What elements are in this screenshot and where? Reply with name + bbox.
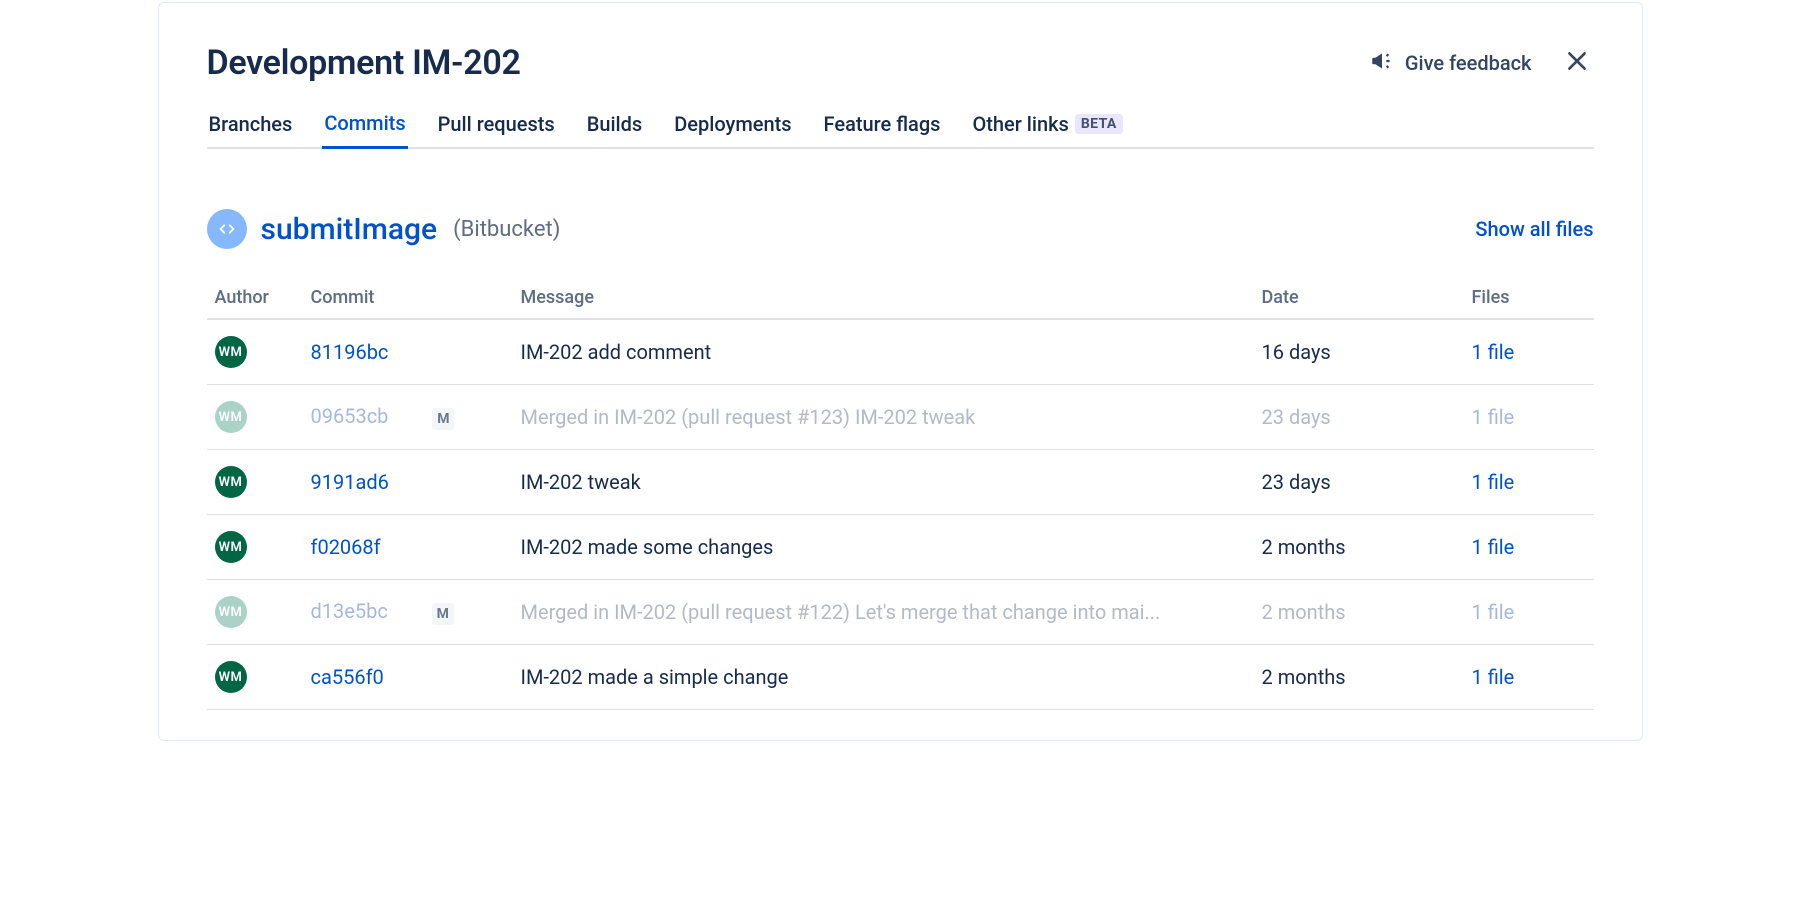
beta-badge: BETA [1075, 114, 1123, 134]
merge-tag: M [432, 603, 454, 625]
repo-host-label: (Bitbucket) [453, 217, 560, 242]
avatar: WM [215, 596, 247, 628]
commit-message: IM-202 made some changes [521, 535, 774, 559]
table-header-row: Author Commit Message Date Files [207, 277, 1594, 319]
table-row: WM f02068f IM-202 made some changes 2 month… [207, 515, 1594, 580]
commit-files-link[interactable]: 1 file [1472, 340, 1515, 364]
megaphone-icon [1369, 48, 1395, 79]
give-feedback-label: Give feedback [1405, 51, 1532, 75]
tab-label: Branches [209, 112, 293, 136]
development-dialog: Development IM-202 Give feedback Branche… [158, 2, 1643, 741]
repo-name-link[interactable]: submitImage [261, 212, 438, 247]
tab-label: Other links [972, 112, 1068, 136]
commit-hash-link[interactable]: 9191ad6 [311, 470, 389, 494]
tab-label: Builds [587, 112, 643, 136]
tab-label: Commits [324, 111, 405, 135]
table-row: WM 9191ad6 IM-202 tweak 23 days 1 file [207, 450, 1594, 515]
commit-date: 23 days [1262, 405, 1331, 429]
commit-message: Merged in IM-202 (pull request #123) IM-… [521, 405, 976, 429]
tab-deployments[interactable]: Deployments [672, 111, 793, 149]
commit-message: IM-202 add comment [521, 340, 712, 364]
commit-date: 2 months [1262, 665, 1346, 689]
commit-message: IM-202 tweak [521, 470, 641, 494]
tab-label: Deployments [674, 112, 791, 136]
commit-files-link[interactable]: 1 file [1472, 665, 1515, 689]
tab-other-links[interactable]: Other links BETA [970, 111, 1124, 149]
commit-date: 23 days [1262, 470, 1331, 494]
tab-branches[interactable]: Branches [207, 111, 295, 149]
commit-files-link[interactable]: 1 file [1472, 405, 1515, 429]
tab-label: Pull requests [438, 112, 555, 136]
commit-date: 2 months [1262, 535, 1346, 559]
avatar: WM [215, 531, 247, 563]
avatar: WM [215, 466, 247, 498]
commits-table: Author Commit Message Date Files WM 81196… [207, 277, 1594, 710]
avatar: WM [215, 336, 247, 368]
commit-hash-link[interactable]: f02068f [311, 535, 381, 559]
col-message: Message [513, 277, 1254, 319]
commit-hash-link[interactable]: d13e5bc [311, 599, 388, 623]
commit-files-link[interactable]: 1 file [1472, 535, 1515, 559]
commit-message: Merged in IM-202 (pull request #122) Let… [521, 600, 1161, 624]
tab-feature-flags[interactable]: Feature flags [822, 111, 943, 149]
tab-builds[interactable]: Builds [585, 111, 645, 149]
col-files: Files [1464, 277, 1594, 319]
commit-date: 16 days [1262, 340, 1331, 364]
commit-hash-link[interactable]: 09653cb [311, 404, 389, 428]
col-commit: Commit [303, 277, 513, 319]
col-author: Author [207, 277, 303, 319]
code-icon [207, 209, 247, 249]
col-date: Date [1254, 277, 1464, 319]
avatar: WM [215, 661, 247, 693]
commit-files-link[interactable]: 1 file [1472, 470, 1515, 494]
commit-hash-link[interactable]: ca556f0 [311, 665, 384, 689]
table-row: WM 09653cb M Merged in IM-202 (pull request… [207, 385, 1594, 450]
commit-files-link[interactable]: 1 file [1472, 600, 1515, 624]
header-actions: Give feedback [1369, 46, 1594, 80]
give-feedback-button[interactable]: Give feedback [1369, 48, 1532, 79]
close-icon [1564, 48, 1590, 78]
tabs: Branches Commits Pull requests Builds Deploy… [207, 111, 1594, 149]
tab-commits[interactable]: Commits [322, 111, 407, 149]
table-row: WM 81196bc IM-202 add comment 16 days 1 file [207, 319, 1594, 385]
avatar: WM [215, 401, 247, 433]
table-row: WM d13e5bc M Merged in IM-202 (pull request… [207, 580, 1594, 645]
repo-row: submitImage (Bitbucket) Show all files [207, 209, 1594, 249]
commit-date: 2 months [1262, 600, 1346, 624]
commit-message: IM-202 made a simple change [521, 665, 789, 689]
show-all-files-link[interactable]: Show all files [1475, 217, 1593, 241]
dialog-header: Development IM-202 Give feedback [207, 43, 1594, 83]
tab-pull-requests[interactable]: Pull requests [436, 111, 557, 149]
merge-tag: M [432, 408, 454, 430]
page-title: Development IM-202 [207, 43, 521, 83]
table-row: WM ca556f0 IM-202 made a simple change 2 mo… [207, 645, 1594, 710]
repo-left: submitImage (Bitbucket) [207, 209, 561, 249]
tab-label: Feature flags [824, 112, 941, 136]
close-button[interactable] [1560, 46, 1594, 80]
commit-hash-link[interactable]: 81196bc [311, 340, 389, 364]
